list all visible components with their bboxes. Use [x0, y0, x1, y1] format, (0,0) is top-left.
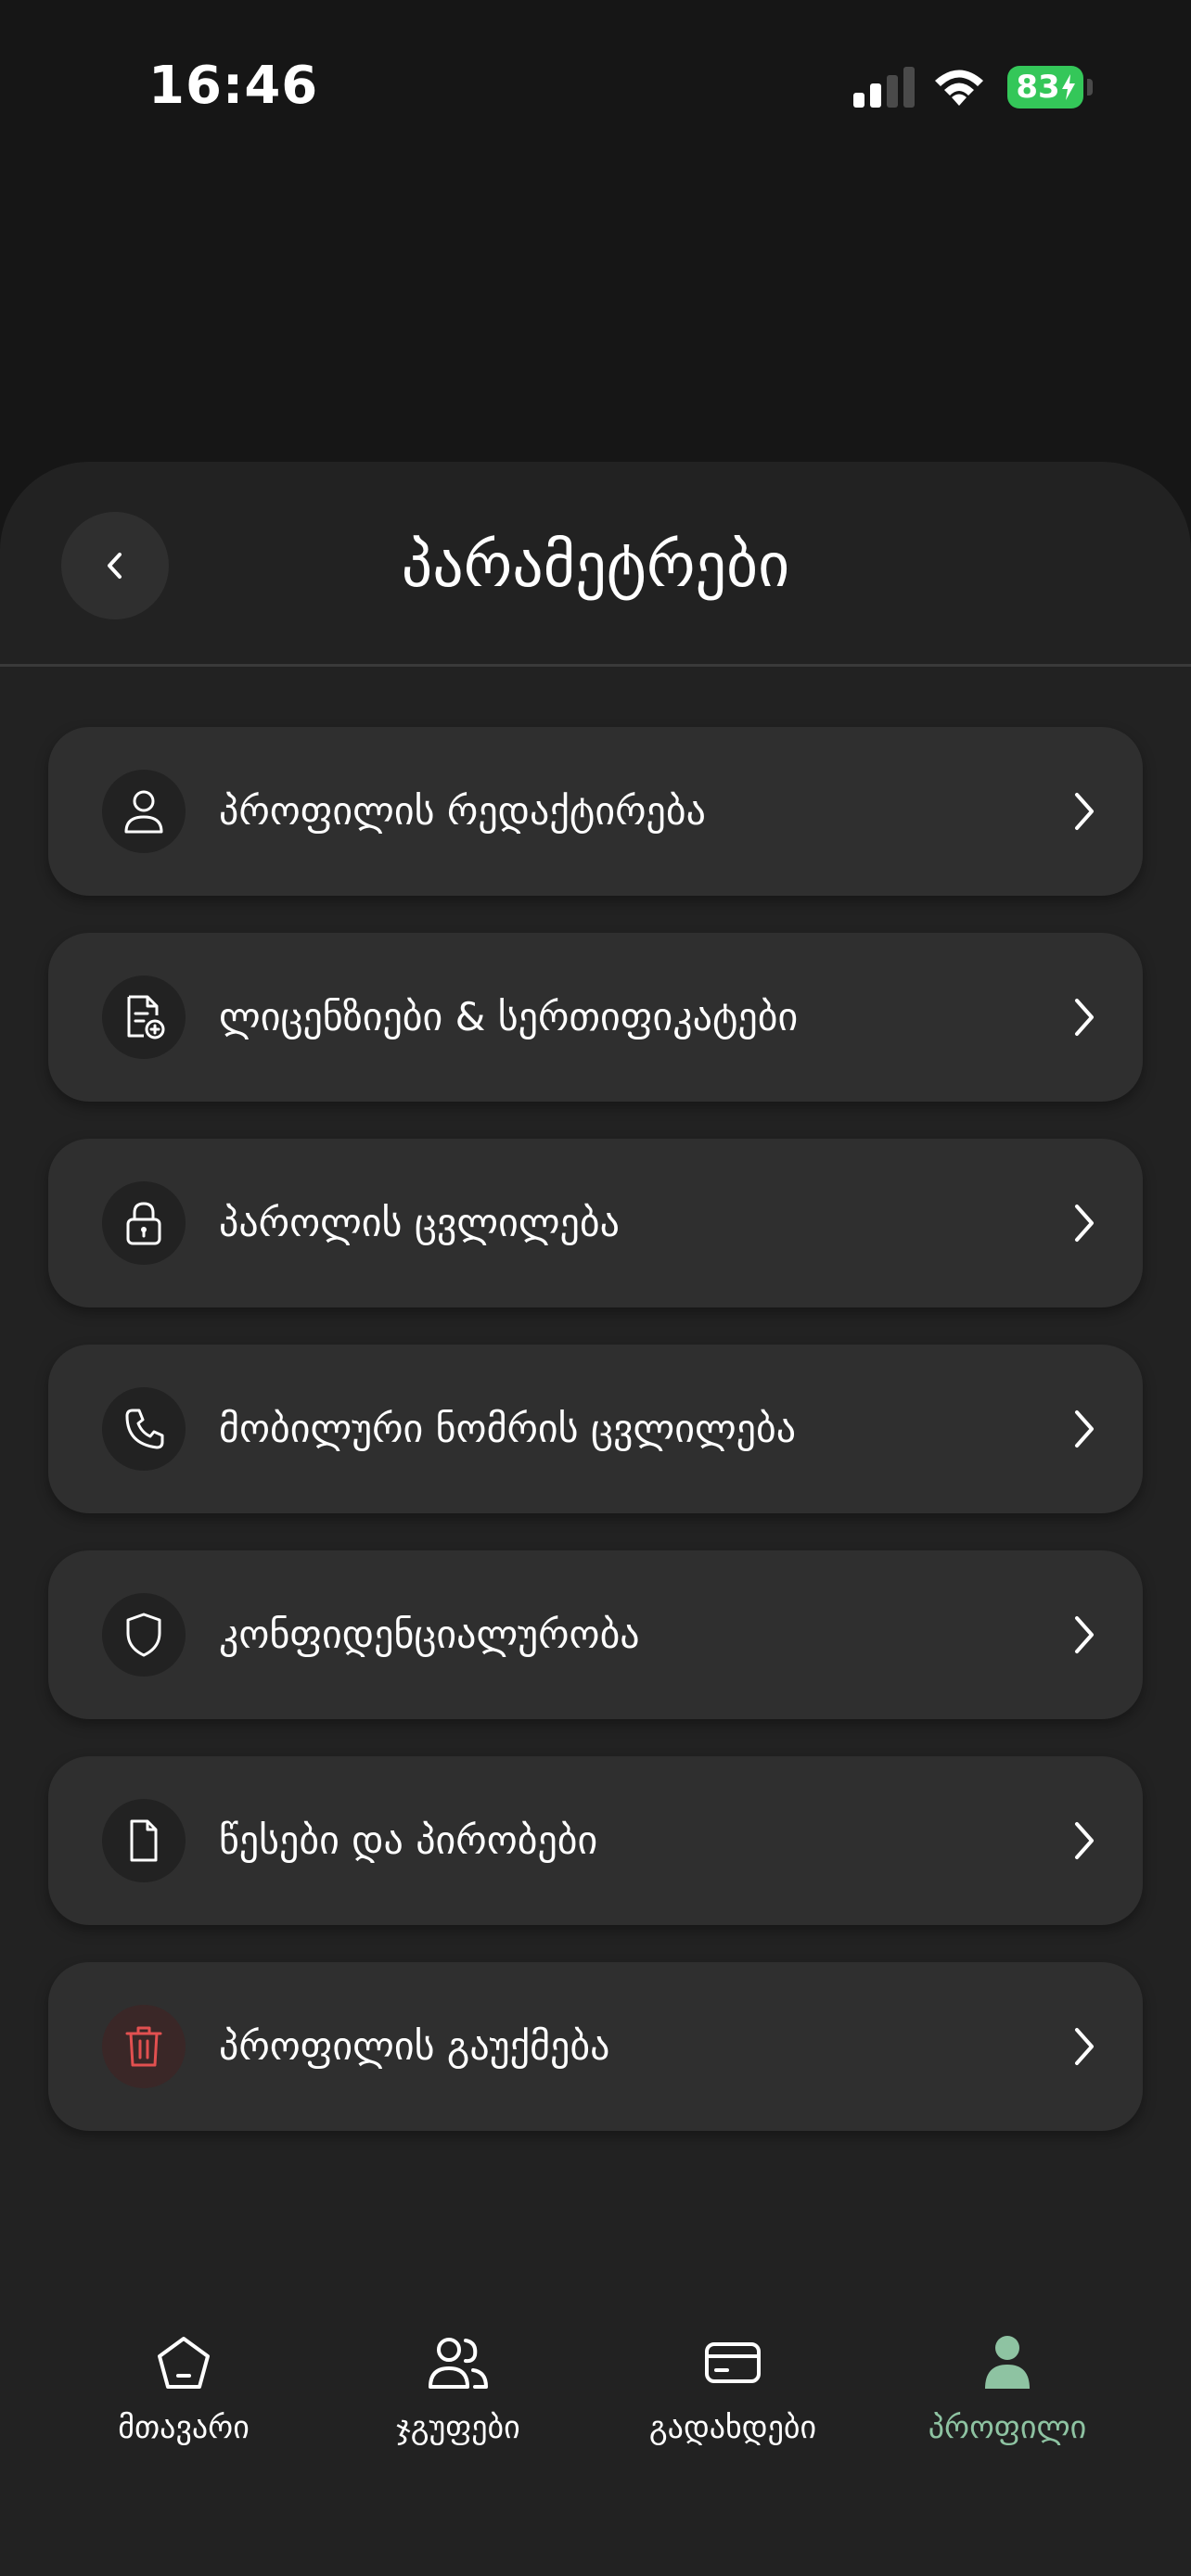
- wifi-icon: [935, 70, 983, 106]
- menu-item-label: წესები და პირობები: [219, 1817, 598, 1863]
- terms-conditions-item[interactable]: წესები და პირობები: [48, 1756, 1143, 1925]
- chevron-right-icon: [1075, 1822, 1094, 1859]
- menu-item-label: პაროლის ცვლილება: [219, 1200, 620, 1245]
- licenses-certificates-item[interactable]: ლიცენზიები & სერთიფიკატები: [48, 933, 1143, 1102]
- tab-label: პროფილი: [928, 2409, 1087, 2446]
- profile-icon: [961, 2326, 1054, 2400]
- signal-icon: [853, 67, 915, 108]
- settings-menu: პროფილის რედაქტირება ლიცენზიები & სერთიფ…: [48, 727, 1143, 2168]
- privacy-item[interactable]: კონფიდენციალურობა: [48, 1550, 1143, 1719]
- menu-item-label: პროფილის გაუქმება: [219, 2023, 610, 2069]
- card-icon: [686, 2326, 779, 2400]
- menu-item-label: მობილური ნომრის ცვლილება: [219, 1406, 797, 1451]
- chevron-right-icon: [1075, 2028, 1094, 2065]
- phone-icon: [102, 1387, 186, 1471]
- battery-level: 83: [1016, 69, 1060, 106]
- file-icon: [102, 1799, 186, 1882]
- change-phone-item[interactable]: მობილური ნომრის ცვლილება: [48, 1345, 1143, 1513]
- charging-bolt-icon: [1061, 74, 1075, 100]
- menu-item-label: პროფილის რედაქტირება: [219, 788, 706, 834]
- user-icon: [102, 770, 186, 853]
- tab-label: გადახდები: [648, 2409, 817, 2446]
- chevron-right-icon: [1075, 1616, 1094, 1653]
- status-time: 16:46: [148, 56, 319, 116]
- tab-label: მთავარი: [118, 2409, 250, 2446]
- settings-sheet: პარამეტრები პროფილის რედაქტირება ლიცენზი…: [0, 462, 1191, 2576]
- status-bar: 16:46 83: [0, 0, 1191, 176]
- tab-label: ჯგუფები: [396, 2409, 520, 2446]
- change-password-item[interactable]: პაროლის ცვლილება: [48, 1139, 1143, 1307]
- chevron-right-icon: [1075, 793, 1094, 830]
- chevron-right-icon: [1075, 1205, 1094, 1242]
- page-title: პარამეტრები: [401, 529, 790, 601]
- users-icon: [412, 2326, 505, 2400]
- lock-icon: [102, 1181, 186, 1265]
- chevron-right-icon: [1075, 1410, 1094, 1447]
- tab-bar: მთავარი ჯგუფები გადახდები პროფილი: [0, 2290, 1191, 2476]
- battery-indicator: 83: [1007, 66, 1093, 108]
- delete-profile-item[interactable]: პროფილის გაუქმება: [48, 1962, 1143, 2131]
- shield-icon: [102, 1593, 186, 1677]
- tab-profile[interactable]: პროფილი: [870, 2290, 1145, 2476]
- edit-profile-item[interactable]: პროფილის რედაქტირება: [48, 727, 1143, 896]
- chevron-right-icon: [1075, 999, 1094, 1036]
- sheet-header: პარამეტრები: [0, 462, 1191, 667]
- home-icon: [137, 2326, 230, 2400]
- document-badge-icon: [102, 976, 186, 1059]
- menu-item-label: კონფიდენციალურობა: [219, 1612, 640, 1657]
- menu-item-label: ლიცენზიები & სერთიფიკატები: [219, 994, 799, 1039]
- tab-home[interactable]: მთავარი: [46, 2290, 321, 2476]
- tab-groups[interactable]: ჯგუფები: [321, 2290, 596, 2476]
- trash-icon: [102, 2005, 186, 2088]
- tab-payments[interactable]: გადახდები: [596, 2290, 870, 2476]
